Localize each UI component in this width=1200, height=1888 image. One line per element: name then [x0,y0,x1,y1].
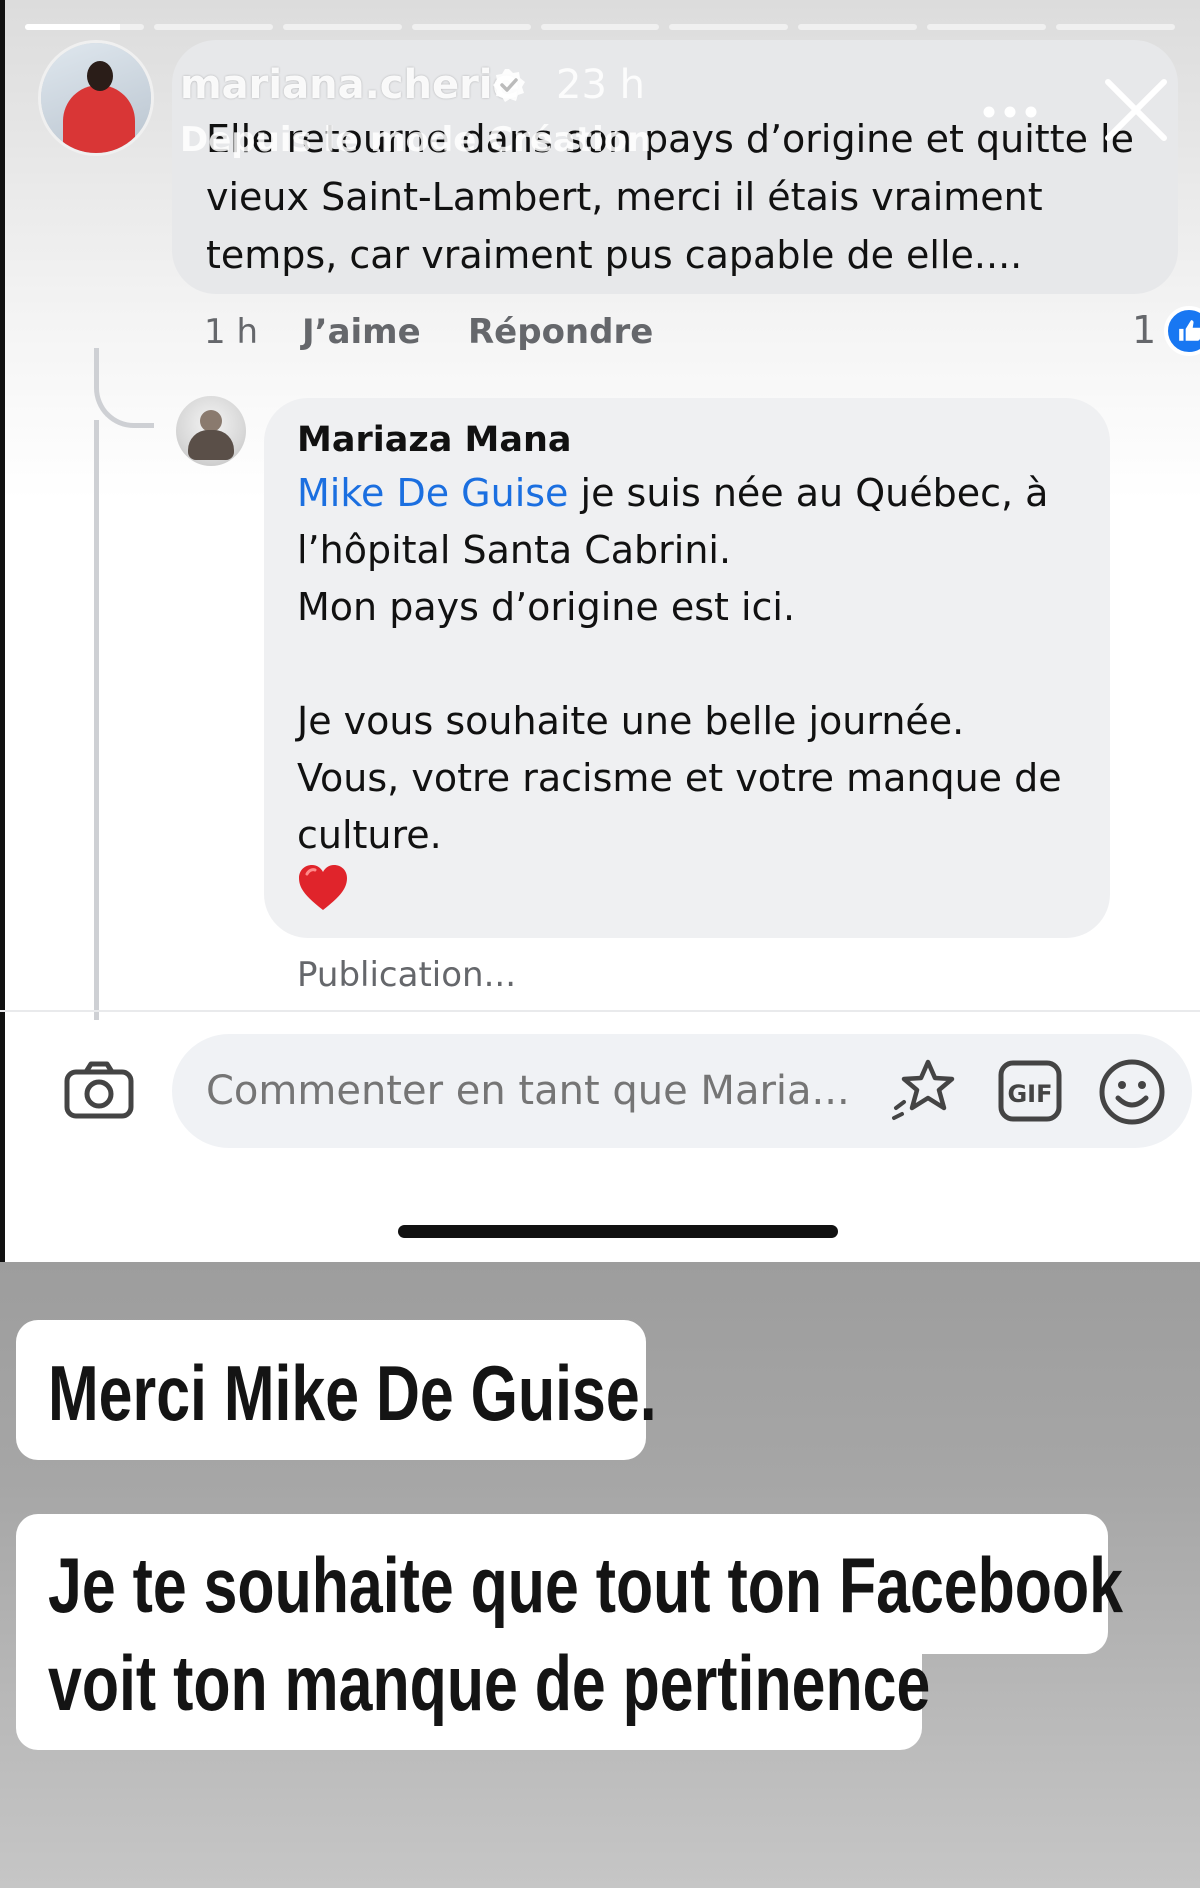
like-badge-icon[interactable] [1164,306,1200,356]
story-progress-segment [25,24,144,30]
text-sticker: Merci Mike De Guise. [16,1320,657,1460]
sticker-text: Je te souhaite que tout ton Facebook [48,1541,1123,1629]
story-avatar[interactable] [38,40,154,156]
screen-edge [0,0,5,1262]
story-progress-segment [540,24,660,30]
story-progress-segment [411,24,531,30]
close-icon[interactable] [1104,78,1168,146]
story-progress-segment [798,24,918,30]
avatar[interactable] [176,396,246,466]
gif-icon[interactable]: GIF [998,1060,1062,1126]
home-indicator [398,1225,838,1238]
reply-thread-line [94,420,99,1020]
reply-text-body: je suis née au Québec, à l’hôpital Santa… [297,471,1062,857]
posting-status: Publication... [297,955,517,995]
mention-link[interactable]: Mike De Guise [297,471,568,515]
reaction-count: 1 [1132,308,1157,352]
story-progress-bar [25,24,1176,30]
emoji-icon[interactable] [1098,1058,1166,1130]
reply-thread-connector [94,348,154,428]
story-username[interactable]: mariana.cherie [180,62,520,108]
reply-text: Mike De Guise je suis née au Québec, à l… [297,465,1097,864]
heart-icon [297,864,349,916]
avatar-sticker-icon[interactable] [890,1058,960,1128]
story-progress-segment [282,24,402,30]
story-progress-segment [1056,24,1176,30]
like-button[interactable]: J’aime [302,312,421,352]
story-progress-segment [669,24,789,30]
sticker-text: Merci Mike De Guise. [48,1349,657,1437]
story-time: 23 h [556,62,645,108]
svg-text:GIF: GIF [1007,1080,1052,1108]
camera-icon[interactable] [64,1060,134,1124]
divider [0,1010,1200,1012]
facebook-screenshot: Elle retourne dans son pays d’origine et… [0,0,1200,1262]
verified-icon [492,68,526,106]
more-icon[interactable] [982,104,1038,123]
reply-button[interactable]: Répondre [468,312,653,352]
story-progress-segment [153,24,273,30]
story-source: Depuis le mode Création [180,120,652,160]
comment-time: 1 h [204,312,258,352]
story-progress-segment [927,24,1047,30]
reply-author[interactable]: Mariaza Mana [297,420,571,460]
sticker-text: voit ton manque de pertinence [48,1639,931,1727]
